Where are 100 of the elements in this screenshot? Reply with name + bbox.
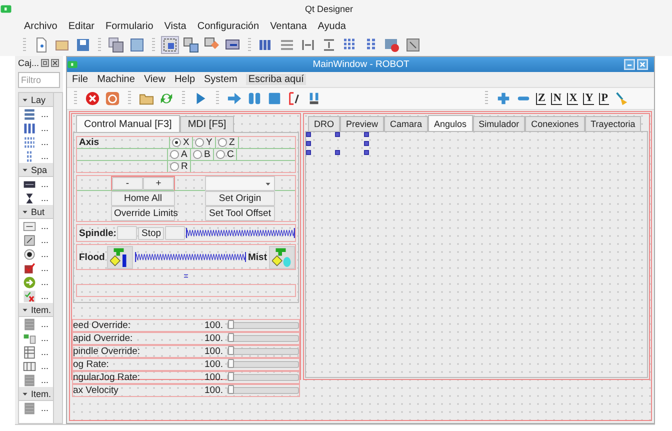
arrow-right-icon[interactable] <box>227 91 242 106</box>
slider-thumb[interactable] <box>228 385 234 394</box>
widget-label[interactable]: ... <box>41 235 49 245</box>
widget-label[interactable]: ... <box>41 361 49 371</box>
collapse-arrow-icon[interactable] <box>22 166 28 172</box>
menu-item[interactable]: Ayuda <box>316 20 347 32</box>
save-icon[interactable] <box>75 37 91 53</box>
slider-thumb[interactable] <box>228 372 234 381</box>
tab[interactable]: DRO <box>308 116 340 131</box>
float-icon[interactable] <box>41 59 50 67</box>
set-origin-button[interactable]: Set Origin <box>205 191 275 206</box>
collapse-arrow-icon[interactable] <box>22 96 28 102</box>
tab[interactable]: Conexiones <box>525 116 585 131</box>
collapse-arrow-icon[interactable] <box>22 390 28 396</box>
widget-label[interactable]: ... <box>41 151 49 161</box>
menu-item[interactable]: Machine <box>97 74 135 85</box>
widget-label[interactable]: ... <box>41 333 49 343</box>
menu-item[interactable]: Ventana <box>269 20 308 32</box>
vertical-splitter-icon[interactable] <box>321 37 337 53</box>
widget-label[interactable]: ... <box>41 319 49 329</box>
menu-item[interactable]: Formulario <box>104 20 154 32</box>
radio-button[interactable]: R <box>168 161 191 172</box>
tab[interactable]: Camara <box>384 116 428 131</box>
slider[interactable] <box>227 387 299 394</box>
plus-icon[interactable] <box>496 91 511 106</box>
widget-label[interactable]: ... <box>41 249 49 259</box>
widget-label[interactable]: ... <box>41 291 49 301</box>
window-icon[interactable] <box>129 37 145 53</box>
widget-label[interactable]: ... <box>41 109 49 119</box>
radio-button[interactable]: B <box>191 149 214 160</box>
tab[interactable]: Simulador <box>472 116 526 131</box>
slider[interactable] <box>227 361 299 368</box>
flood-button[interactable] <box>106 246 133 268</box>
widget-label[interactable]: ... <box>41 375 49 385</box>
radio-button[interactable]: X <box>170 137 193 148</box>
tab[interactable]: Preview <box>340 116 384 131</box>
tab[interactable]: MDI [F5] <box>180 116 234 132</box>
menu-item[interactable]: View <box>144 74 166 85</box>
selection-handle[interactable] <box>335 132 340 137</box>
widget-label[interactable]: ... <box>41 403 49 413</box>
view-button[interactable]: Z <box>536 92 546 104</box>
mist-button[interactable] <box>269 246 295 268</box>
menu-placeholder[interactable]: Escriba aquí <box>246 74 306 85</box>
widget-icon[interactable] <box>23 248 36 260</box>
set-tool-offset-button[interactable]: Set Tool Offset <box>205 206 275 221</box>
stop-square-icon[interactable] <box>267 91 282 106</box>
stop-button[interactable]: Stop <box>138 226 164 240</box>
slider[interactable] <box>227 322 299 329</box>
menu-item[interactable]: System <box>204 74 238 85</box>
tab[interactable]: Trayectoria <box>584 116 642 131</box>
slider-thumb[interactable] <box>228 320 234 329</box>
menu-item[interactable]: File <box>72 74 88 85</box>
collapse-arrow-icon[interactable] <box>22 208 28 214</box>
selection-handle[interactable] <box>335 150 340 155</box>
windows-icon[interactable] <box>108 37 124 53</box>
slider[interactable] <box>227 374 299 381</box>
view-button[interactable]: Y <box>583 92 594 104</box>
stop-icon[interactable] <box>85 91 100 106</box>
widget-label[interactable]: ... <box>41 123 49 133</box>
view-button[interactable]: X <box>567 92 578 104</box>
collapse-arrow-icon[interactable] <box>22 306 28 312</box>
override-limits-button[interactable]: Override Limits <box>111 206 175 221</box>
radio-button[interactable]: Z <box>216 137 239 148</box>
widget-label[interactable]: ... <box>41 179 49 189</box>
vertical-layout-icon[interactable] <box>279 37 295 53</box>
jog-minus-button[interactable]: - <box>112 177 143 190</box>
pause-icon[interactable] <box>247 91 262 106</box>
minimize-icon[interactable] <box>624 59 635 70</box>
filter-field[interactable]: Filtro <box>18 72 60 88</box>
close-icon[interactable] <box>51 59 60 67</box>
scrollbar[interactable] <box>53 93 62 423</box>
radio-button[interactable]: A <box>168 149 191 160</box>
radio-button[interactable]: C <box>214 149 237 160</box>
widget-label[interactable]: ... <box>41 193 49 203</box>
slider[interactable] <box>227 335 299 342</box>
slider-thumb[interactable] <box>228 333 234 342</box>
menu-item[interactable]: Archivo <box>23 20 58 32</box>
menu-item[interactable]: Vista <box>163 20 188 32</box>
slider-thumb[interactable] <box>228 359 234 368</box>
view-button[interactable]: P <box>599 92 609 104</box>
widget-label[interactable]: ... <box>41 221 49 231</box>
refresh-icon[interactable] <box>159 91 174 106</box>
slider[interactable] <box>227 348 299 355</box>
widget-icon[interactable] <box>23 262 36 274</box>
tab[interactable]: Angulos <box>428 115 473 131</box>
widget-label[interactable]: ... <box>41 277 49 287</box>
menu-item[interactable]: Configuración <box>196 20 260 32</box>
home-all-button[interactable]: Home All <box>111 191 175 206</box>
widget-label[interactable]: ... <box>41 137 49 147</box>
power-icon[interactable] <box>105 91 120 106</box>
radio-button[interactable]: Y <box>193 137 216 148</box>
jog-plus-button[interactable]: + <box>143 177 174 190</box>
horizontal-splitter-icon[interactable] <box>300 37 316 53</box>
slider-thumb[interactable] <box>228 346 234 355</box>
menu-item[interactable]: Editar <box>67 20 96 32</box>
widget-label[interactable]: ... <box>41 347 49 357</box>
tab[interactable]: Control Manual [F3] <box>76 115 180 132</box>
menu-item[interactable]: Help <box>174 74 196 85</box>
view-button[interactable]: N <box>551 92 562 104</box>
widget-label[interactable]: ... <box>41 263 49 273</box>
